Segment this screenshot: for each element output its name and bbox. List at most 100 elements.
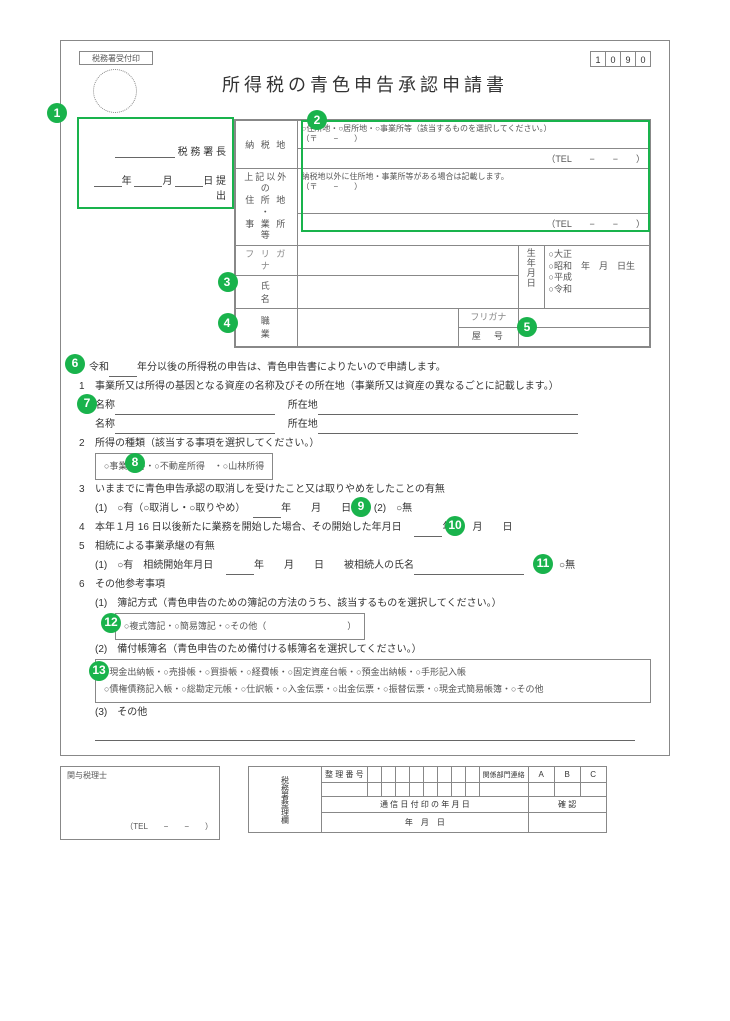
stamp-circle bbox=[93, 69, 137, 113]
section-2-text: 所得の種類（該当する事項を選択してください。） bbox=[95, 438, 319, 449]
era-heisei[interactable]: ○平成 bbox=[549, 272, 645, 284]
other-address-l2: 住 所 地 ・ bbox=[240, 195, 293, 218]
tax-place-option-text: ○住所地・○居所地・○事業所等（該当するものを選択してください。） bbox=[302, 124, 646, 134]
day-label: 日 bbox=[203, 176, 213, 187]
form-title: 所得税の青色申告承認申請書 bbox=[222, 71, 508, 97]
loc-input-1[interactable] bbox=[318, 404, 578, 415]
annotation-badge-4: 4 bbox=[218, 313, 238, 333]
annotation-badge-3: 3 bbox=[218, 272, 238, 292]
section-4: 10 4本年１月 16 日以後新たに業務を開始した場合、その開始した年月日 年 … bbox=[79, 518, 651, 537]
tax-office-line[interactable]: 税 務 署 長 bbox=[83, 143, 226, 158]
section-1: 1事業所又は所得の基因となる資産の名称及びその所在地（事業所又は資産の異なるごと… bbox=[79, 377, 651, 396]
s4-year[interactable] bbox=[414, 526, 442, 537]
col-c: C bbox=[580, 767, 606, 783]
era-reiwa[interactable]: ○令和 bbox=[549, 284, 645, 296]
birth-label: 生年月日 bbox=[518, 245, 544, 308]
s3-yes[interactable]: (1) ○有（○取消し・○取りやめ） bbox=[95, 503, 240, 514]
header: 税務署受付印 所得税の青色申告承認申請書 1 0 9 0 bbox=[79, 51, 651, 99]
yago-furigana-field[interactable]: 5 bbox=[518, 309, 649, 328]
s6-1-label: (1) 簿記方式（青色申告のための簿記の方法のうち、該当するものを選択してくださ… bbox=[95, 594, 651, 613]
s5-yes[interactable]: (1) ○有 相続開始年月日 bbox=[95, 560, 213, 571]
section-5-row: 11 (1) ○有 相続開始年月日 年 月 日 被相続人の氏名 (2) ○無 bbox=[95, 556, 651, 575]
office-col-label: 税務署整理欄 bbox=[249, 767, 322, 833]
office-use-block: 税務署整理欄 整 理 番 号 関係部門連絡 A B C 通 信 日 付 印 の … bbox=[248, 766, 607, 840]
other-address-note: 納税地以外に住所地・事業所等がある場合は記載します。 bbox=[302, 172, 646, 182]
postal-1[interactable]: （〒 − ） bbox=[302, 134, 646, 144]
submit-date-line[interactable]: 年 月 日 提 出 bbox=[83, 172, 226, 202]
birth-field[interactable]: ○大正 ○昭和 年 月 日生 ○平成 ○令和 bbox=[544, 245, 649, 308]
tax-office-input[interactable] bbox=[115, 147, 175, 158]
section-6-text: その他参考事項 bbox=[95, 579, 165, 590]
furigana-label: フ リ ガ ナ bbox=[236, 245, 298, 275]
section-1-text: 事業所又は所得の基因となる資産の名称及びその所在地（事業所又は資産の異なるごとに… bbox=[95, 381, 559, 392]
annotation-badge-7: 7 bbox=[77, 394, 97, 414]
form-number-digit: 1 bbox=[590, 51, 606, 67]
furigana-field[interactable] bbox=[297, 245, 518, 275]
declaration-text: 年分以後の所得税の申告は、青色申告書によりたいので申請します。 bbox=[137, 362, 446, 373]
other-address-field[interactable]: 納税地以外に住所地・事業所等がある場合は記載します。 （〒 − ） bbox=[297, 168, 650, 213]
tsushin-label: 通 信 日 付 印 の 年 月 日 bbox=[322, 797, 529, 813]
annotation-badge-2: 2 bbox=[307, 110, 327, 130]
loc-input-2[interactable] bbox=[318, 423, 578, 434]
tax-office-suffix: 税 務 署 長 bbox=[178, 147, 226, 158]
annotation-badge-9: 9 bbox=[351, 497, 371, 517]
annotation-badge-12: 12 bbox=[101, 613, 121, 633]
postal-2[interactable]: （〒 − ） bbox=[302, 182, 646, 192]
annotation-badge-6: 6 bbox=[65, 354, 85, 374]
col-a: A bbox=[528, 767, 554, 783]
name-input-2[interactable] bbox=[115, 423, 275, 434]
section-6: 6その他参考事項 bbox=[79, 575, 651, 594]
tax-place-options[interactable]: ○住所地・○居所地・○事業所等（該当するものを選択してください。） （〒 − ） bbox=[297, 121, 650, 149]
day-input[interactable] bbox=[175, 176, 203, 187]
s6-3-input[interactable] bbox=[95, 730, 635, 741]
yago-furigana-label: フリガナ bbox=[458, 309, 518, 328]
s5-year[interactable] bbox=[226, 564, 254, 575]
tel-1[interactable]: （TEL − − ） bbox=[297, 148, 650, 168]
section-3-text: いままでに青色申告承認の取消しを受けたこと又は取りやめをしたことの有無 bbox=[95, 484, 445, 495]
s3-no[interactable]: (2) ○無 bbox=[374, 503, 412, 514]
s6-2-options-row: 13 ○現金出納帳・○売掛帳・○買掛帳・○経費帳・○固定資産台帳・○預金出納帳・… bbox=[95, 659, 651, 703]
body-section: 6 令和年分以後の所得税の申告は、青色申告書によりたいので申請します。 1事業所… bbox=[79, 358, 651, 741]
year-input[interactable] bbox=[94, 176, 122, 187]
year-label: 年 bbox=[122, 176, 132, 187]
loc-label-2: 所在地 bbox=[288, 419, 318, 430]
declaration-year-input[interactable] bbox=[109, 366, 137, 377]
tax-accountant-label: 関与税理士 bbox=[67, 770, 213, 781]
annotation-badge-11: 11 bbox=[533, 554, 553, 574]
name-location-row-1: 7 名称 所在地 bbox=[95, 396, 651, 415]
loc-label-1: 所在地 bbox=[288, 400, 318, 411]
s5-mid: 年 月 日 被相続人の氏名 bbox=[254, 560, 414, 571]
form-number: 1 0 9 0 bbox=[591, 51, 651, 67]
occupation-field[interactable] bbox=[297, 309, 458, 346]
era-taisho[interactable]: ○大正 bbox=[549, 249, 645, 261]
submission-block: 税 務 署 長 年 月 日 提 出 bbox=[79, 119, 234, 348]
kakunin-field[interactable] bbox=[528, 813, 606, 833]
ledger-options[interactable]: ○現金出納帳・○売掛帳・○買掛帳・○経費帳・○固定資産台帳・○預金出納帳・○手形… bbox=[95, 659, 651, 703]
s3-year[interactable] bbox=[253, 507, 281, 518]
tsushin-date[interactable]: 年 月 日 bbox=[322, 813, 529, 833]
month-input[interactable] bbox=[134, 176, 162, 187]
name-label-1: 名称 bbox=[95, 400, 115, 411]
name-field[interactable] bbox=[297, 276, 518, 309]
office-use-table: 税務署整理欄 整 理 番 号 関係部門連絡 A B C 通 信 日 付 印 の … bbox=[248, 766, 607, 833]
form-number-digit: 0 bbox=[605, 51, 621, 67]
col-b: B bbox=[554, 767, 580, 783]
tax-accountant-box[interactable]: 関与税理士 （TEL − − ） bbox=[60, 766, 220, 840]
tel-2[interactable]: （TEL − − ） bbox=[297, 213, 650, 245]
section-5: 5相続による事業承継の有無 bbox=[79, 537, 651, 556]
bookkeeping-options[interactable]: ○複式簿記・○簡易簿記・○その他（ ） bbox=[115, 613, 365, 640]
kankei-label: 関係部門連絡 bbox=[479, 767, 528, 783]
s6-3-label: (3) その他 bbox=[95, 703, 651, 722]
name-input-1[interactable] bbox=[115, 404, 275, 415]
seiri-label: 整 理 番 号 bbox=[322, 767, 368, 783]
heir-name-input[interactable] bbox=[414, 564, 524, 575]
s6-1-options-row: 12 ○複式簿記・○簡易簿記・○その他（ ） bbox=[95, 613, 651, 640]
form-number-digit: 0 bbox=[635, 51, 651, 67]
stamp-label: 税務署受付印 bbox=[79, 51, 153, 65]
income-type-options[interactable]: ○事業所得・○不動産所得 ・○山林所得 bbox=[95, 453, 273, 480]
other-address-l3: 事 業 所 等 bbox=[240, 219, 293, 242]
name-label: 3 氏 名 bbox=[236, 276, 298, 309]
yago-field[interactable] bbox=[518, 327, 649, 346]
tax-accountant-tel[interactable]: （TEL − − ） bbox=[67, 821, 213, 832]
era-showa[interactable]: ○昭和 bbox=[549, 261, 572, 271]
